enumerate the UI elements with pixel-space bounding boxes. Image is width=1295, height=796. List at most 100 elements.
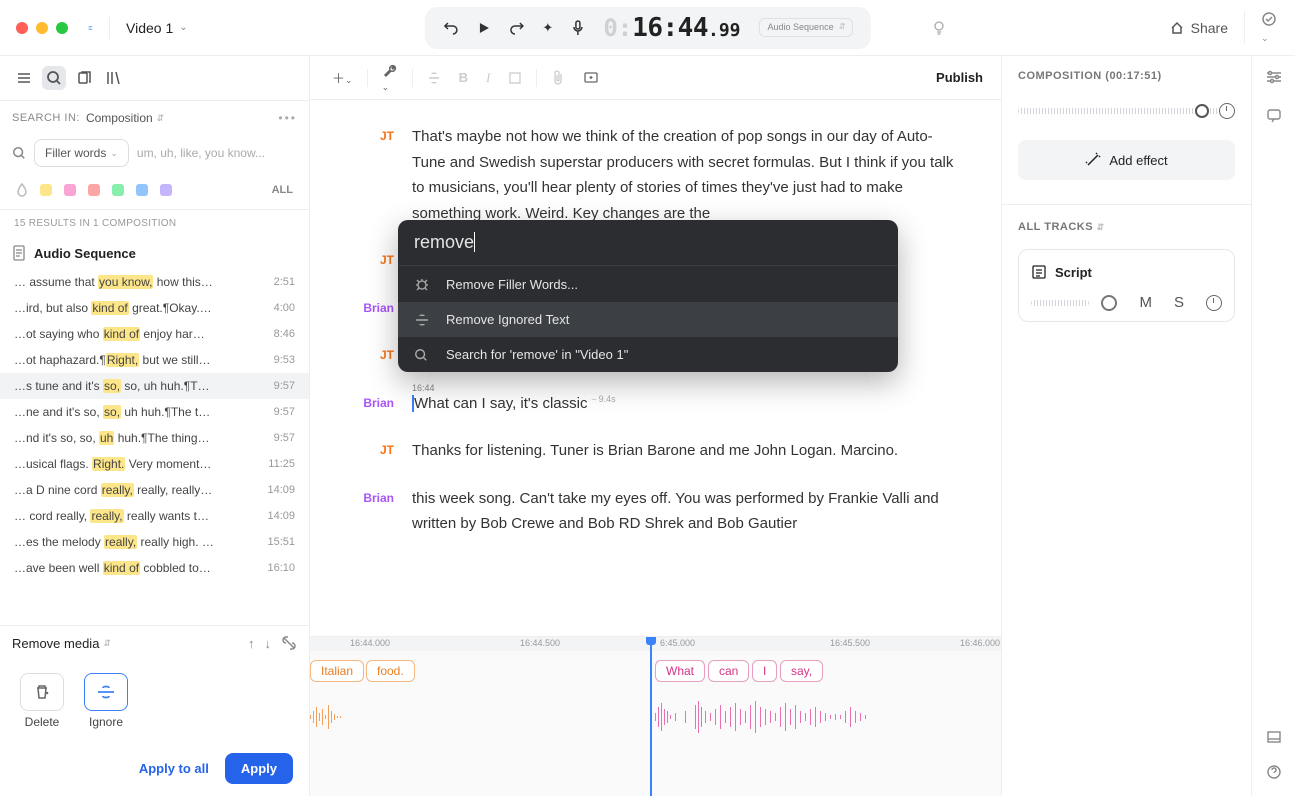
transcript-paragraph[interactable]: JT Thanks for listening. Tuner is Brian B… xyxy=(350,438,961,464)
mic-icon[interactable] xyxy=(571,20,585,36)
search-result-item[interactable]: …s tune and it's so, so, uh huh.¶T…9:57 xyxy=(0,373,309,399)
chevron-down-icon[interactable]: ⌄ xyxy=(179,22,187,33)
ignore-action[interactable]: Ignore xyxy=(84,673,128,729)
settings-sliders-icon[interactable] xyxy=(1265,70,1283,84)
delete-action[interactable]: Delete xyxy=(20,673,64,729)
search-scope[interactable]: Composition xyxy=(86,111,153,125)
drop-icon[interactable] xyxy=(16,183,28,197)
sort-icon[interactable]: ⇵ xyxy=(157,113,165,124)
clock-icon[interactable] xyxy=(1219,103,1235,119)
menu-icon[interactable] xyxy=(12,66,36,90)
highlight-icon[interactable] xyxy=(504,67,526,89)
color-swatch[interactable] xyxy=(160,184,172,196)
palette-item[interactable]: Remove Ignored Text xyxy=(398,302,898,337)
remove-media-label[interactable]: Remove media xyxy=(12,636,99,651)
minimize-window[interactable] xyxy=(36,22,48,34)
palette-item[interactable]: Search for 'remove' in "Video 1" xyxy=(398,337,898,372)
sparkle-icon[interactable]: ✦ xyxy=(542,20,553,36)
search-result-item[interactable]: …a D nine cord really, really, really…14… xyxy=(0,477,309,503)
search-result-item[interactable]: …ne and it's so, so, uh huh.¶The t…9:57 xyxy=(0,399,309,425)
app-logo-icon[interactable] xyxy=(88,17,110,39)
search-result-item[interactable]: … assume that you know, how this…2:51 xyxy=(0,269,309,295)
transcript-paragraph[interactable]: Brian 16:44What can I say, it's classic ⎯… xyxy=(350,391,961,417)
search-result-item[interactable]: …ave been well kind of cobbled to…16:10 xyxy=(0,555,309,581)
sequence-header[interactable]: Audio Sequence xyxy=(0,237,309,269)
color-swatch[interactable] xyxy=(112,184,124,196)
speaker-label[interactable]: JT xyxy=(350,124,394,226)
add-icon[interactable]: ＋⌄ xyxy=(328,64,357,91)
arrow-up-icon[interactable]: ↑ xyxy=(248,636,255,651)
attachment-icon[interactable] xyxy=(547,66,569,90)
comment-icon[interactable] xyxy=(579,67,603,89)
search-icon[interactable] xyxy=(12,146,26,160)
search-result-item[interactable]: …es the melody really, really high. …15:… xyxy=(0,529,309,555)
chat-icon[interactable] xyxy=(1266,108,1282,124)
solo-button[interactable]: S xyxy=(1174,294,1184,311)
speaker-label[interactable]: JT xyxy=(350,248,394,274)
filter-pill[interactable]: Filler words⌄ xyxy=(34,139,129,167)
color-swatch[interactable] xyxy=(64,184,76,196)
apply-all-button[interactable]: Apply to all xyxy=(139,761,209,776)
paragraph-text[interactable]: this week song. Can't take my eyes off. … xyxy=(412,486,961,537)
palette-input[interactable]: remove xyxy=(398,220,898,266)
search-result-item[interactable]: …nd it's so, so, uh huh.¶The thing…9:57 xyxy=(0,425,309,451)
transcript-paragraph[interactable]: JTThat's maybe not how we think of the c… xyxy=(350,124,961,226)
project-title[interactable]: Video 1 xyxy=(126,20,173,36)
search-result-item[interactable]: …usical flags. Right. Very moment…11:25 xyxy=(0,451,309,477)
color-swatch[interactable] xyxy=(136,184,148,196)
arrow-down-icon[interactable]: ↓ xyxy=(265,636,272,651)
clock-icon[interactable] xyxy=(1206,295,1222,311)
search-icon[interactable] xyxy=(42,66,66,90)
palette-item[interactable]: Remove Filler Words... xyxy=(398,266,898,302)
timeline[interactable]: 16:44.00016:44.5006:45.00016:45.50016:46… xyxy=(310,636,1001,796)
timeline-word[interactable]: Italian xyxy=(310,660,364,682)
play-icon[interactable] xyxy=(476,21,490,35)
speaker-label[interactable]: Brian xyxy=(350,486,394,537)
speaker-label[interactable]: JT xyxy=(350,438,394,464)
composition-slider[interactable] xyxy=(1018,98,1235,124)
playhead[interactable] xyxy=(650,637,652,796)
paragraph-text[interactable]: 16:44What can I say, it's classic ⎯ 9.4s xyxy=(412,391,961,417)
all-filter[interactable]: ALL xyxy=(272,184,293,196)
tool-icon[interactable]: ⌄ xyxy=(378,58,402,97)
mute-button[interactable]: M xyxy=(1139,294,1152,311)
timeline-word[interactable]: can xyxy=(708,660,749,682)
publish-button[interactable]: Publish xyxy=(936,70,983,85)
script-track-card[interactable]: Script M S xyxy=(1018,249,1235,322)
slider-thumb[interactable] xyxy=(1195,104,1209,118)
track-slider[interactable] xyxy=(1031,300,1089,306)
search-result-item[interactable]: … cord really, really, really wants t…14… xyxy=(0,503,309,529)
bold-icon[interactable]: B xyxy=(455,66,472,89)
speaker-label[interactable]: Brian xyxy=(350,391,394,417)
lightbulb-icon[interactable] xyxy=(930,19,948,37)
add-effect-button[interactable]: Add effect xyxy=(1018,140,1235,180)
status-check-icon[interactable]: ⌄ xyxy=(1244,11,1279,44)
volume-ring-icon[interactable] xyxy=(1101,295,1117,311)
search-result-item[interactable]: …ird, but also kind of great.¶Okay.…4:00 xyxy=(0,295,309,321)
panel-icon[interactable] xyxy=(1266,730,1282,744)
paragraph-text[interactable]: That's maybe not how we think of the cre… xyxy=(412,124,961,226)
italic-icon[interactable]: I xyxy=(482,66,494,90)
strikethrough-icon[interactable] xyxy=(423,67,445,89)
timeline-word[interactable]: say, xyxy=(780,660,823,682)
redo-icon[interactable] xyxy=(508,20,524,36)
close-window[interactable] xyxy=(16,22,28,34)
copy-icon[interactable] xyxy=(72,66,96,90)
search-placeholder[interactable]: um, uh, like, you know... xyxy=(137,146,297,160)
paragraph-text[interactable]: Thanks for listening. Tuner is Brian Bar… xyxy=(412,438,961,464)
maximize-window[interactable] xyxy=(56,22,68,34)
all-tracks-header[interactable]: ALL TRACKS ⇵ xyxy=(1018,221,1235,233)
more-icon[interactable]: ••• xyxy=(278,111,297,125)
timeline-word[interactable]: I xyxy=(752,660,777,682)
undo-icon[interactable] xyxy=(442,20,458,36)
sequence-selector[interactable]: Audio Sequence ⇵ xyxy=(759,18,853,38)
library-icon[interactable] xyxy=(102,66,126,90)
transcript-paragraph[interactable]: Brian this week song. Can't take my eyes … xyxy=(350,486,961,537)
share-button[interactable]: Share xyxy=(1169,20,1228,36)
color-swatch[interactable] xyxy=(40,184,52,196)
sort-icon[interactable]: ⇵ xyxy=(103,638,111,649)
timeline-word[interactable]: food. xyxy=(366,660,415,682)
speaker-label[interactable]: JT xyxy=(350,343,394,369)
link-toggle-icon[interactable] xyxy=(281,636,297,651)
timeline-word[interactable]: What xyxy=(655,660,705,682)
